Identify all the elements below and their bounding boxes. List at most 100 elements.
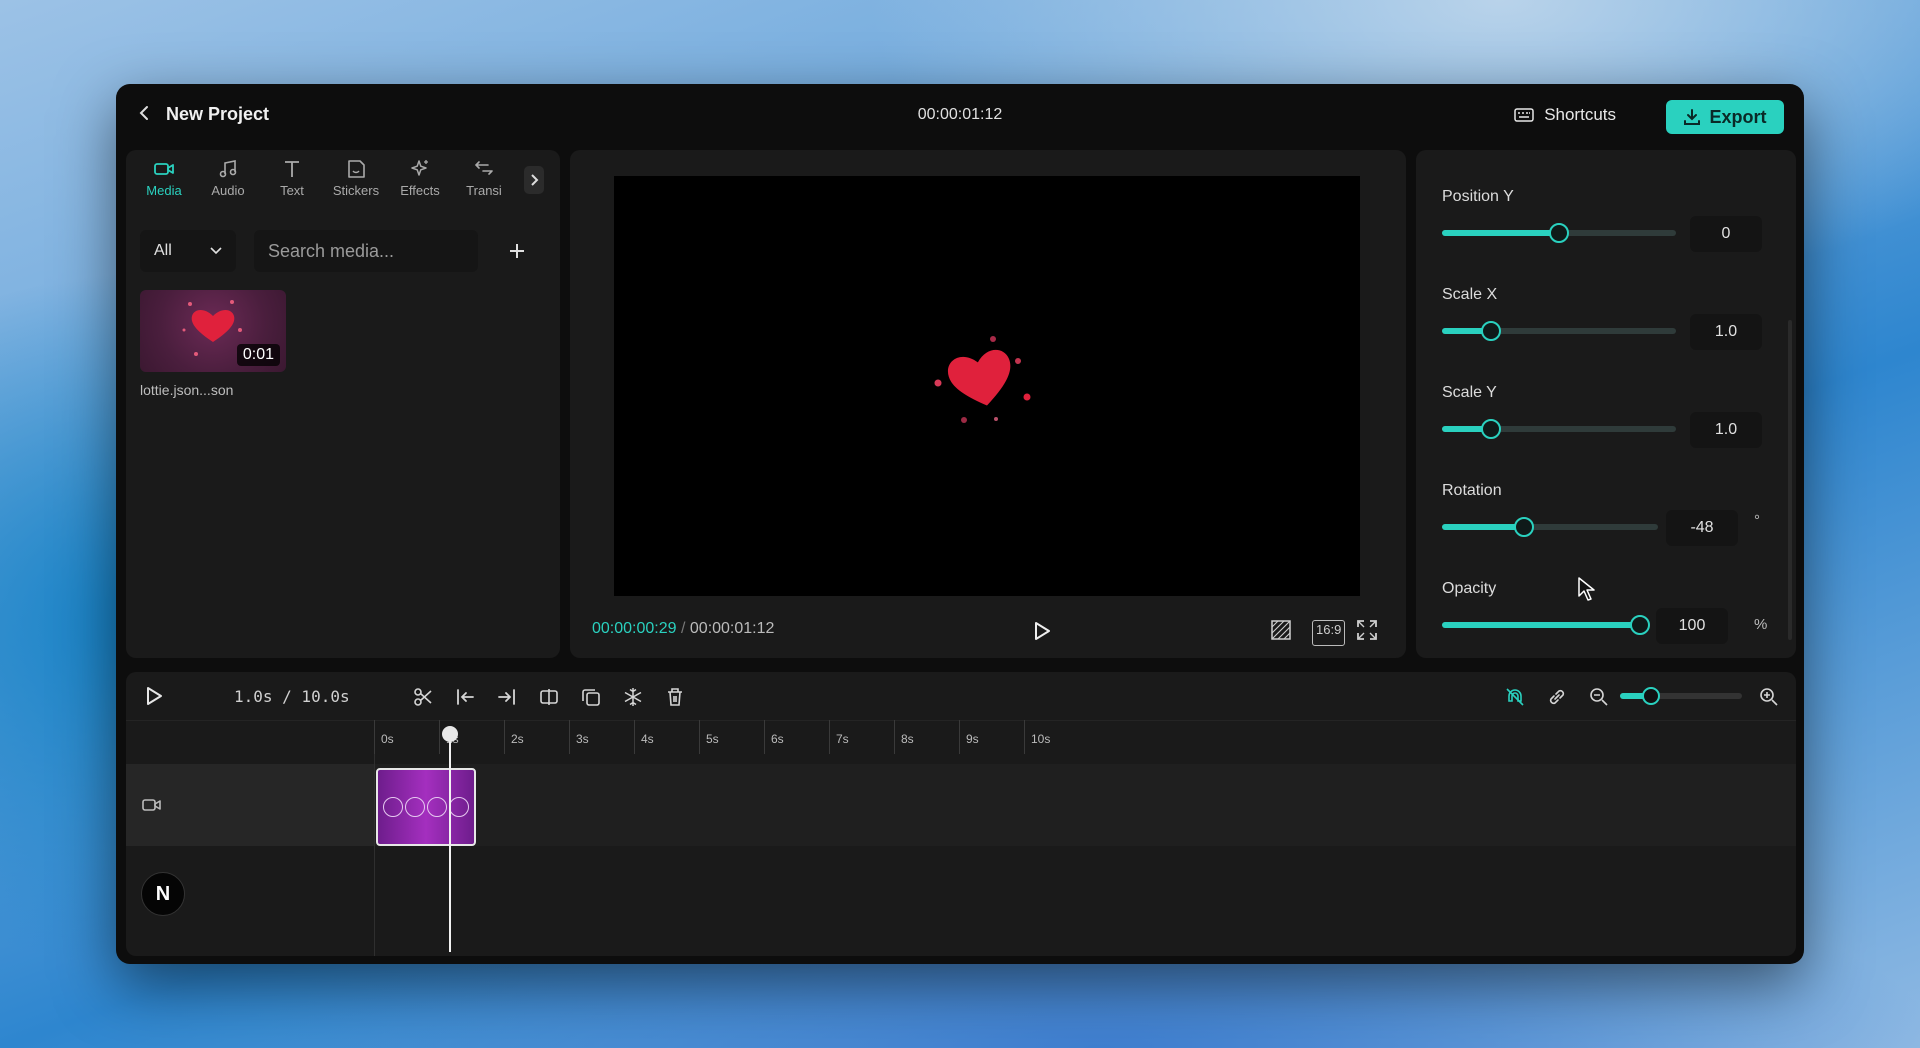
current-time: 00:00:00:29 xyxy=(592,620,677,637)
asset-tabs: Media Audio Text Stickers Effects Transi xyxy=(126,150,560,214)
video-clip[interactable] xyxy=(376,768,476,846)
ruler-tick: 10s xyxy=(1024,720,1050,754)
add-media-button[interactable] xyxy=(496,230,538,272)
video-track[interactable] xyxy=(375,764,1796,846)
trash-icon[interactable] xyxy=(664,686,686,708)
ruler-tick: 0s xyxy=(374,720,394,754)
scissors-icon[interactable] xyxy=(412,686,434,708)
opacity-slider[interactable] xyxy=(1442,615,1650,635)
tab-label: Audio xyxy=(211,183,245,198)
export-button[interactable]: Export xyxy=(1666,100,1784,134)
tab-label: Media xyxy=(146,183,182,198)
thumbnail-duration: 0:01 xyxy=(236,344,280,366)
timeline-panel: 1.0s / 10.0s 0s 1s 2s 3s 4s 5s 6s 7s 8s … xyxy=(126,672,1796,956)
ruler-tick: 6s xyxy=(764,720,784,754)
ruler-tick: 3s xyxy=(569,720,589,754)
rotation-label: Rotation xyxy=(1442,482,1502,499)
tabs-scroll-right-button[interactable] xyxy=(524,166,544,194)
scale-x-label: Scale X xyxy=(1442,286,1498,303)
tab-label: Transi xyxy=(466,183,502,198)
tab-media[interactable]: Media xyxy=(132,150,196,210)
clip-frame xyxy=(449,797,469,817)
media-thumbnail[interactable]: 0:01 xyxy=(140,290,286,372)
slider-knob[interactable] xyxy=(1630,615,1650,635)
clip-frame xyxy=(405,797,425,817)
tab-text[interactable]: Text xyxy=(260,150,324,210)
shortcuts-button[interactable]: Shortcuts xyxy=(1514,100,1616,130)
filter-value: All xyxy=(154,242,172,259)
shortcuts-label: Shortcuts xyxy=(1544,105,1616,124)
trim-start-icon[interactable] xyxy=(454,686,476,708)
slider-knob[interactable] xyxy=(1641,687,1660,705)
preview-time-readout: 00:00:00:29 / 00:00:01:12 xyxy=(592,620,774,638)
play-icon[interactable] xyxy=(1032,620,1052,642)
download-icon xyxy=(1684,109,1701,125)
position-y-input[interactable]: 0 xyxy=(1690,216,1762,252)
video-track-header[interactable] xyxy=(126,764,374,846)
timeline-toolbar: 1.0s / 10.0s xyxy=(126,672,1796,721)
trim-end-icon[interactable] xyxy=(496,686,518,708)
fullscreen-icon[interactable] xyxy=(1356,619,1378,641)
ruler-tick: 9s xyxy=(959,720,979,754)
aspect-ratio-button[interactable]: 16:9 xyxy=(1312,620,1346,646)
background-pattern-icon[interactable] xyxy=(1270,619,1292,641)
tab-audio[interactable]: Audio xyxy=(196,150,260,210)
tab-label: Stickers xyxy=(332,183,380,198)
media-panel: Media Audio Text Stickers Effects Transi xyxy=(126,150,560,658)
split-icon[interactable] xyxy=(538,686,560,708)
rotation-unit: ° xyxy=(1754,512,1760,529)
tab-transitions[interactable]: Transi xyxy=(452,150,516,210)
mouse-cursor-icon xyxy=(1578,577,1595,601)
position-y-slider[interactable] xyxy=(1442,223,1676,243)
video-camera-icon xyxy=(154,163,174,175)
play-icon[interactable] xyxy=(144,686,164,706)
duplicate-icon[interactable] xyxy=(580,686,602,708)
slider-knob[interactable] xyxy=(1514,517,1535,537)
opacity-label: Opacity xyxy=(1442,580,1497,597)
link-icon[interactable] xyxy=(1546,686,1568,708)
chevron-down-icon xyxy=(210,247,222,255)
sparkle-icon xyxy=(411,160,428,176)
slider-fill xyxy=(1442,230,1559,236)
freeze-icon[interactable] xyxy=(622,686,644,708)
slider-knob[interactable] xyxy=(1481,419,1502,439)
export-label: Export xyxy=(1709,106,1767,127)
scale-x-input[interactable]: 1.0 xyxy=(1690,314,1762,350)
media-filter-select[interactable]: All xyxy=(140,230,236,272)
properties-scrollbar[interactable] xyxy=(1788,320,1792,640)
slider-fill xyxy=(1442,622,1640,628)
timeline-ruler[interactable]: 0s 1s 2s 3s 4s 5s 6s 7s 8s 9s 10s xyxy=(374,720,1796,754)
zoom-out-icon[interactable] xyxy=(1588,686,1610,708)
rotation-slider[interactable] xyxy=(1442,517,1658,537)
scale-x-slider[interactable] xyxy=(1442,321,1676,341)
tab-label: Effects xyxy=(400,183,440,198)
ruler-tick: 4s xyxy=(634,720,654,754)
tab-stickers[interactable]: Stickers xyxy=(324,150,388,210)
preview-canvas[interactable] xyxy=(614,176,1360,596)
text-icon xyxy=(285,161,299,177)
tab-effects[interactable]: Effects xyxy=(388,150,452,210)
slider-knob[interactable] xyxy=(1481,321,1502,341)
media-search-input[interactable] xyxy=(254,230,478,272)
position-y-label: Position Y xyxy=(1442,188,1514,205)
magnet-icon[interactable] xyxy=(1504,686,1526,708)
slider-knob[interactable] xyxy=(1549,223,1569,243)
rotation-input[interactable]: -48 xyxy=(1666,510,1738,546)
heart-animation xyxy=(934,336,1031,423)
playhead-handle[interactable] xyxy=(442,726,458,742)
playhead-line xyxy=(449,732,451,952)
opacity-input[interactable]: 100 xyxy=(1656,608,1728,644)
preview-panel: 00:00:00:29 / 00:00:01:12 16:9 xyxy=(570,150,1406,658)
chevron-right-icon xyxy=(531,174,539,186)
ruler-tick: 7s xyxy=(829,720,849,754)
clip-frame xyxy=(427,797,447,817)
ruler-tick: 2s xyxy=(504,720,524,754)
ruler-tick: 8s xyxy=(894,720,914,754)
tab-label: Text xyxy=(280,183,304,198)
ruler-tick: 5s xyxy=(699,720,719,754)
scale-y-input[interactable]: 1.0 xyxy=(1690,412,1762,448)
scale-y-slider[interactable] xyxy=(1442,419,1676,439)
transition-icon xyxy=(474,161,493,175)
zoom-slider[interactable] xyxy=(1620,687,1742,705)
zoom-in-icon[interactable] xyxy=(1758,686,1780,708)
